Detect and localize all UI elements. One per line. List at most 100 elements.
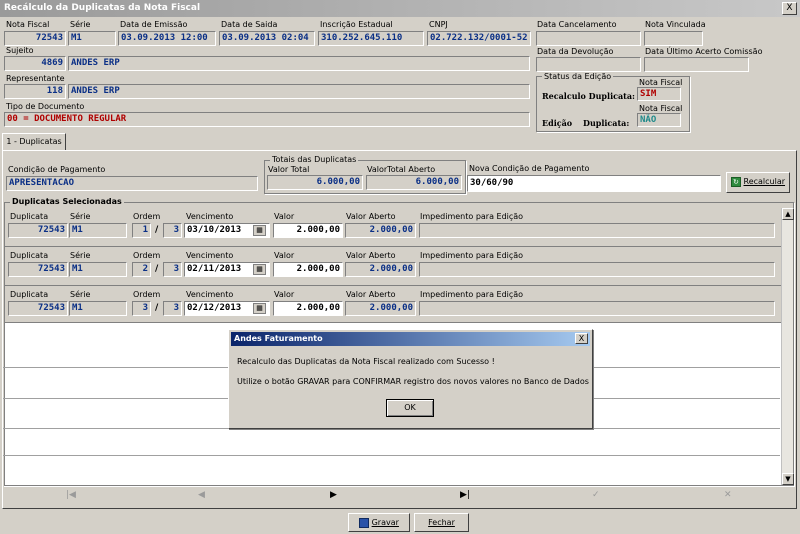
representante-name-field[interactable]: ANDES ERP: [68, 84, 530, 99]
col-vencimento-header: Vencimento: [186, 251, 234, 260]
ordem-separator: /: [155, 303, 159, 313]
edicao-label: Edição: [542, 118, 573, 128]
first-icon[interactable]: |◀: [66, 490, 76, 500]
fechar-label: Fechar: [428, 518, 455, 527]
serie-field[interactable]: M1: [68, 31, 116, 46]
valor-aberto-field: 2.000,00: [345, 301, 416, 316]
col-valor-header: Valor: [274, 251, 295, 260]
nota-vinculada-field[interactable]: [644, 31, 703, 46]
calendar-icon[interactable]: ▦: [253, 303, 266, 314]
message-dialog: Andes Faturamento X Recalculo das Duplic…: [228, 329, 593, 429]
representante-code-field[interactable]: 118: [4, 84, 66, 99]
duplicatas-title: Duplicatas Selecionadas: [10, 197, 124, 206]
refresh-icon: ↻: [730, 177, 741, 187]
status-nota-fiscal-label: Nota Fiscal: [639, 78, 683, 87]
devolucao-field[interactable]: [536, 57, 641, 72]
col-aberto-header: Valor Aberto: [346, 290, 396, 299]
ie-label: Inscrição Estadual: [320, 20, 393, 29]
duplicata-field: 72543: [8, 223, 68, 238]
col-duplicata-header: Duplicata: [10, 212, 49, 221]
acerto-field[interactable]: [644, 57, 749, 72]
duplicata-field: 72543: [8, 301, 68, 316]
impedimento-field: [419, 223, 775, 238]
ordem-total-field: 3: [163, 223, 182, 238]
ordem-field: 3: [132, 301, 151, 316]
scroll-up-icon[interactable]: ▲: [782, 208, 794, 220]
calendar-icon[interactable]: ▦: [253, 264, 266, 275]
valor-total-label: Valor Total: [268, 165, 310, 174]
nota-fiscal-field[interactable]: 72543: [4, 31, 66, 46]
condicao-field[interactable]: APRESENTACAO: [6, 176, 258, 191]
ordem-field: 1: [132, 223, 151, 238]
col-serie-header: Série: [70, 290, 91, 299]
saida-label: Data de Saida: [221, 20, 278, 29]
sujeito-label: Sujeito: [6, 46, 34, 55]
ordem-total-field: 3: [163, 301, 182, 316]
recalcular-label: Recalcular: [743, 177, 786, 186]
valor-aberto-label: ValorTotal Aberto: [367, 165, 436, 174]
col-ordem-header: Ordem: [133, 290, 161, 299]
fechar-button[interactable]: Fechar: [414, 513, 469, 532]
col-duplicata-header: Duplicata: [10, 290, 49, 299]
edicao-status-field: NÃO: [637, 113, 681, 127]
tipo-documento-field[interactable]: 00 = DOCUMENTO REGULAR: [4, 112, 530, 127]
condicao-label: Condição de Pagamento: [8, 165, 106, 174]
valor-aberto-field: 2.000,00: [345, 223, 416, 238]
sujeito-name-field[interactable]: ANDES ERP: [68, 56, 530, 71]
serie-field: M1: [69, 262, 127, 277]
gravar-button[interactable]: Gravar: [348, 513, 410, 532]
col-aberto-header: Valor Aberto: [346, 212, 396, 221]
ordem-total-field: 3: [163, 262, 182, 277]
col-valor-header: Valor: [274, 212, 295, 221]
valor-input[interactable]: 2.000,00: [273, 301, 343, 316]
emissao-field[interactable]: 03.09.2013 12:00: [118, 31, 216, 46]
save-icon: [359, 518, 370, 528]
dialog-message-1: Recalculo das Duplicatas da Nota Fiscal …: [237, 357, 495, 366]
impedimento-field: [419, 262, 775, 277]
tab-duplicatas[interactable]: 1 - Duplicatas: [2, 133, 66, 151]
impedimento-field: [419, 301, 775, 316]
col-vencimento-header: Vencimento: [186, 290, 234, 299]
calendar-icon[interactable]: ▦: [253, 225, 266, 236]
duplicatas-scrollbar[interactable]: ▲ ▼: [781, 208, 794, 485]
totais-title: Totais das Duplicatas: [270, 155, 359, 164]
ordem-field: 2: [132, 262, 151, 277]
nota-fiscal-label: Nota Fiscal: [6, 20, 50, 29]
col-vencimento-header: Vencimento: [186, 212, 234, 221]
valor-aberto-field: 6.000,00: [366, 175, 462, 190]
valor-input[interactable]: 2.000,00: [273, 262, 343, 277]
post-icon[interactable]: ✓: [592, 490, 600, 500]
col-impedimento-header: Impedimento para Edição: [420, 251, 524, 260]
col-impedimento-header: Impedimento para Edição: [420, 290, 524, 299]
cnpj-field[interactable]: 02.722.132/0001-52: [427, 31, 531, 46]
col-aberto-header: Valor Aberto: [346, 251, 396, 260]
col-impedimento-header: Impedimento para Edição: [420, 212, 524, 221]
scroll-down-icon[interactable]: ▼: [782, 473, 794, 485]
sujeito-code-field[interactable]: 4869: [4, 56, 66, 71]
cancel-icon[interactable]: ✕: [724, 490, 732, 500]
valor-input[interactable]: 2.000,00: [273, 223, 343, 238]
ordem-separator: /: [155, 225, 159, 235]
acerto-label: Data Último Acerto Comissão: [645, 47, 763, 56]
next-icon[interactable]: ▶: [330, 490, 337, 500]
cancelamento-field[interactable]: [536, 31, 641, 46]
ie-field[interactable]: 310.252.645.110: [318, 31, 424, 46]
dialog-close-button[interactable]: X: [575, 333, 588, 344]
window-close-button[interactable]: X: [782, 2, 797, 15]
saida-field[interactable]: 03.09.2013 02:04: [219, 31, 315, 46]
recalcular-button[interactable]: ↻ Recalcular: [726, 172, 790, 193]
dialog-ok-button[interactable]: OK: [386, 399, 434, 417]
serie-field: M1: [69, 223, 127, 238]
cnpj-label: CNPJ: [429, 20, 448, 29]
last-icon[interactable]: ▶|: [460, 490, 470, 500]
devolucao-label: Data da Devolução: [537, 47, 614, 56]
nova-condicao-label: Nova Condição de Pagamento: [469, 164, 590, 173]
serie-label: Série: [70, 20, 91, 29]
prior-icon[interactable]: ◀: [198, 490, 205, 500]
recalculo-label: Recalculo Duplicata:: [542, 91, 635, 101]
gravar-label: Gravar: [371, 518, 399, 527]
nova-condicao-input[interactable]: 30/60/90: [467, 175, 721, 192]
duplicata-field: 72543: [8, 262, 68, 277]
tipo-documento-label: Tipo de Documento: [6, 102, 85, 111]
representante-label: Representante: [6, 74, 65, 83]
